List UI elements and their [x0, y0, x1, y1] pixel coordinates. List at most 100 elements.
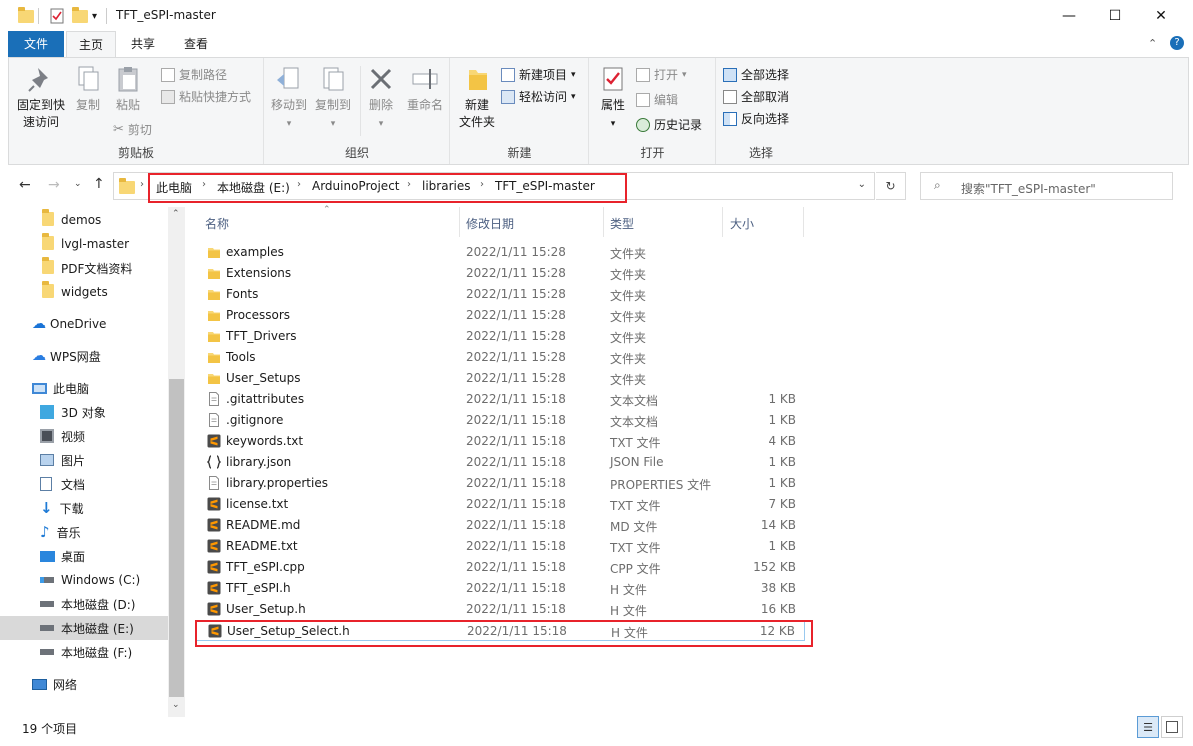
copy-to-button[interactable]: 复制到 ▾ [311, 64, 355, 133]
nav-item-documents[interactable]: 文档 [0, 472, 168, 496]
nav-item-lvgl-master[interactable]: lvgl-master [0, 232, 168, 256]
minimize-button[interactable]: — [1046, 0, 1092, 31]
rename-button[interactable]: 重命名 [403, 64, 447, 114]
nav-item-this-pc[interactable]: 此电脑 [0, 376, 168, 400]
easy-access-button[interactable]: 轻松访问 ▾ [501, 88, 576, 105]
file-row[interactable]: .gitignore 2022/1/11 15:18 文本文档 1 KB [195, 410, 805, 431]
file-modified-date: 2022/1/11 15:18 [466, 602, 566, 616]
select-group-label: 选择 [748, 146, 773, 160]
organize-group: 移动到 ▾ 复制到 ▾ 删除 ▾ 重命名 组织 [265, 58, 450, 164]
copy-button[interactable]: 复制 [71, 64, 105, 114]
customize-quick-access-icon[interactable]: ▾ [92, 7, 97, 25]
nav-item-pdf-docs[interactable]: PDF文档资料 [0, 256, 168, 280]
file-row[interactable]: TFT_eSPI.cpp 2022/1/11 15:18 CPP 文件 152 KB [195, 557, 805, 578]
open-group: 属性 ▾ 打开 ▾ 编辑 历史记录 打开 [590, 58, 716, 164]
paste-button[interactable]: 粘贴 [111, 64, 145, 114]
column-header-type[interactable]: 类型 [610, 215, 634, 232]
select-all-button[interactable]: 全部选择 [723, 66, 789, 83]
file-row[interactable]: README.md 2022/1/11 15:18 MD 文件 14 KB [195, 515, 805, 536]
nav-item-desktop[interactable]: 桌面 [0, 544, 168, 568]
move-to-button[interactable]: 移动到 ▾ [267, 64, 311, 133]
column-header-date[interactable]: 修改日期 [466, 215, 514, 232]
chevron-down-icon[interactable]: ⌄ [858, 179, 866, 190]
nav-item-network[interactable]: 网络 [0, 672, 168, 696]
file-row[interactable]: Processors 2022/1/11 15:28 文件夹 [195, 305, 805, 326]
file-row[interactable]: TFT_Drivers 2022/1/11 15:28 文件夹 [195, 326, 805, 347]
large-icons-view-button[interactable] [1161, 716, 1183, 738]
scissors-icon: ✂ [113, 122, 124, 137]
new-folder-button[interactable]: 新建 文件夹 [455, 64, 499, 131]
file-row[interactable]: TFT_eSPI.h 2022/1/11 15:18 H 文件 38 KB [195, 578, 805, 599]
recent-locations-icon[interactable]: ⌄ [74, 179, 82, 189]
file-row[interactable]: library.properties 2022/1/11 15:18 PROPERT… [195, 473, 805, 494]
details-view-button[interactable]: ☰ [1137, 716, 1159, 738]
new-folder-icon[interactable] [72, 6, 88, 25]
tab-home[interactable]: 主页 [66, 31, 116, 57]
sublime-file-icon [207, 518, 221, 532]
file-row[interactable]: Extensions 2022/1/11 15:28 文件夹 [195, 263, 805, 284]
refresh-button[interactable]: ↻ [876, 172, 906, 200]
file-row[interactable]: User_Setup.h 2022/1/11 15:18 H 文件 16 KB [195, 599, 805, 620]
open-button[interactable]: 打开 ▾ [636, 66, 687, 83]
nav-item-3d-objects[interactable]: 3D 对象 [0, 400, 168, 424]
help-icon[interactable]: ? [1170, 36, 1184, 50]
nav-scrollbar-thumb[interactable] [169, 379, 184, 697]
column-divider[interactable] [722, 207, 723, 237]
search-input[interactable]: ⌕ 搜索"TFT_eSPI-master" [920, 172, 1173, 200]
new-item-icon [501, 67, 515, 82]
download-icon: ↓ [40, 499, 53, 517]
paste-shortcut-button[interactable]: 粘贴快捷方式 [161, 88, 251, 105]
column-header-size[interactable]: 大小 [730, 215, 754, 232]
file-row[interactable]: keywords.txt 2022/1/11 15:18 TXT 文件 4 KB [195, 431, 805, 452]
history-button[interactable]: 历史记录 [636, 116, 702, 133]
collapse-ribbon-icon[interactable]: ⌃ [1148, 37, 1157, 50]
file-row[interactable]: .gitattributes 2022/1/11 15:18 文本文档 1 KB [195, 389, 805, 410]
nav-item-drive-d[interactable]: 本地磁盘 (D:) [0, 592, 168, 616]
nav-item-widgets[interactable]: widgets [0, 280, 168, 304]
nav-item-wps-drive[interactable]: ☁ WPS网盘 [0, 344, 168, 368]
properties-button[interactable]: 属性 ▾ [596, 64, 630, 133]
cut-button[interactable]: ✂ 剪切 [113, 121, 152, 138]
nav-item-downloads[interactable]: ↓ 下载 [0, 496, 168, 520]
edit-button[interactable]: 编辑 [636, 91, 678, 108]
scroll-down-icon[interactable]: ⌄ [172, 700, 180, 710]
forward-arrow-icon[interactable]: → [48, 177, 60, 193]
tab-file[interactable]: 文件 [8, 31, 64, 57]
file-row[interactable]: Fonts 2022/1/11 15:28 文件夹 [195, 284, 805, 305]
nav-item-label: PDF文档资料 [61, 261, 133, 276]
nav-item-onedrive[interactable]: ☁ OneDrive [0, 312, 168, 336]
nav-scrollbar[interactable]: ⌃ ⌄ [168, 207, 185, 717]
copy-path-button[interactable]: 复制路径 [161, 66, 227, 83]
up-arrow-icon[interactable]: ↑ [93, 176, 105, 192]
file-row[interactable]: Tools 2022/1/11 15:28 文件夹 [195, 347, 805, 368]
file-row[interactable]: examples 2022/1/11 15:28 文件夹 [195, 242, 805, 263]
nav-item-drive-e[interactable]: 本地磁盘 (E:) [0, 616, 168, 640]
pin-quick-access-button[interactable]: 固定到快 速访问 [13, 64, 69, 131]
invert-selection-button[interactable]: 反向选择 [723, 110, 789, 127]
column-header-name[interactable]: 名称 [205, 215, 229, 232]
tab-view[interactable]: 查看 [170, 31, 222, 57]
column-divider[interactable] [459, 207, 460, 237]
column-divider[interactable] [803, 207, 804, 237]
file-row[interactable]: library.json 2022/1/11 15:18 JSON File 1 KB [195, 452, 805, 473]
scroll-up-icon[interactable]: ⌃ [172, 209, 180, 219]
delete-button[interactable]: 删除 ▾ [365, 64, 397, 133]
file-row[interactable]: license.txt 2022/1/11 15:18 TXT 文件 7 KB [195, 494, 805, 515]
select-none-button[interactable]: 全部取消 [723, 88, 789, 105]
nav-item-music[interactable]: ♪ 音乐 [0, 520, 168, 544]
nav-item-demos[interactable]: demos [0, 208, 168, 232]
tab-share[interactable]: 共享 [118, 31, 168, 57]
file-row[interactable]: User_Setups 2022/1/11 15:28 文件夹 [195, 368, 805, 389]
nav-item-drive-c[interactable]: Windows (C:) [0, 568, 168, 592]
nav-item-videos[interactable]: 视频 [0, 424, 168, 448]
nav-item-pictures[interactable]: 图片 [0, 448, 168, 472]
maximize-button[interactable]: ☐ [1092, 0, 1138, 31]
properties-icon[interactable] [49, 7, 65, 25]
column-divider[interactable] [603, 207, 604, 237]
file-row[interactable]: README.txt 2022/1/11 15:18 TXT 文件 1 KB [195, 536, 805, 557]
close-button[interactable]: ✕ [1138, 0, 1184, 31]
nav-item-drive-f[interactable]: 本地磁盘 (F:) [0, 640, 168, 664]
computer-icon [32, 382, 47, 394]
back-arrow-icon[interactable]: ← [19, 177, 31, 193]
new-item-button[interactable]: 新建项目 ▾ [501, 66, 576, 83]
